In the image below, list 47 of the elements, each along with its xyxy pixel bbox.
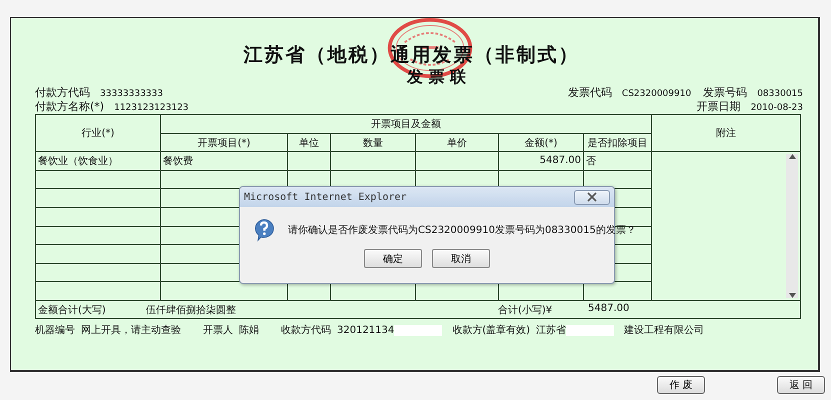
- dialog-title: Microsoft Internet Explorer: [244, 192, 407, 202]
- field-value: 2010-08-23: [750, 103, 803, 113]
- column-header: 单价: [416, 134, 498, 152]
- field-label: 开票日期: [696, 100, 741, 113]
- column-header: 行业(*): [36, 114, 160, 152]
- footer-value: 建设工程有限公司: [624, 324, 704, 337]
- table-cell: 餐饮业（饮食业）: [36, 152, 160, 170]
- question-icon: [252, 217, 276, 243]
- field-label: 付款方代码: [35, 86, 90, 99]
- column-header: 附注: [652, 114, 800, 152]
- column-header: 开票项目及金额: [160, 114, 652, 134]
- footer-label: 机器编号: [35, 324, 75, 337]
- close-button[interactable]: [574, 190, 610, 204]
- total-value: 5487.00: [588, 302, 630, 316]
- column-header: 数量: [330, 134, 416, 152]
- field-label: 付款方名称(*): [35, 100, 104, 113]
- total-words-label: 金额合计(大写): [38, 304, 107, 316]
- field-label: 发票代码: [568, 86, 612, 99]
- footer-value: 陈娟: [239, 324, 259, 337]
- footer-value: 网上开具，请主动查验: [81, 324, 181, 337]
- field-value: CS2320009910: [622, 89, 692, 99]
- footer-label: 收款方(盖章有效): [452, 324, 530, 337]
- footer-label: 开票人: [203, 324, 233, 337]
- scrollbar[interactable]: [786, 154, 798, 298]
- column-header: 单位: [288, 134, 330, 152]
- table-cell: 餐饮费: [160, 152, 288, 170]
- table-cell: 否: [584, 152, 652, 170]
- scroll-down-icon[interactable]: [788, 293, 796, 298]
- page-button[interactable]: 返 回: [777, 376, 825, 394]
- scroll-up-icon[interactable]: [788, 154, 796, 159]
- footer-label: 收款方代码: [281, 324, 331, 337]
- page-button[interactable]: 作 废: [657, 376, 705, 394]
- footer-value: 江苏省: [536, 324, 566, 337]
- field-value: 08330015: [757, 89, 803, 99]
- close-icon: [586, 192, 598, 202]
- total-label: 合计(小写)¥: [498, 304, 554, 316]
- field-label: 发票号码: [703, 86, 748, 99]
- footer-value: 320121134: [337, 324, 394, 336]
- total-words-value: 伍仟肆佰捌拾柒圆整: [146, 304, 237, 316]
- column-header: 金额(*): [498, 134, 584, 152]
- dialog-button[interactable]: 取消: [432, 249, 490, 268]
- column-header: 开票项目(*): [160, 134, 288, 152]
- dialog-button[interactable]: 确定: [364, 249, 422, 268]
- table-cell: 5487.00: [498, 152, 584, 170]
- dialog-message: 请你确认是否作废发票代码为CS2320009910发票号码为08330015的发票？: [288, 224, 636, 237]
- field-value: 1123123123123: [114, 103, 189, 113]
- field-value: 33333333333: [100, 89, 163, 99]
